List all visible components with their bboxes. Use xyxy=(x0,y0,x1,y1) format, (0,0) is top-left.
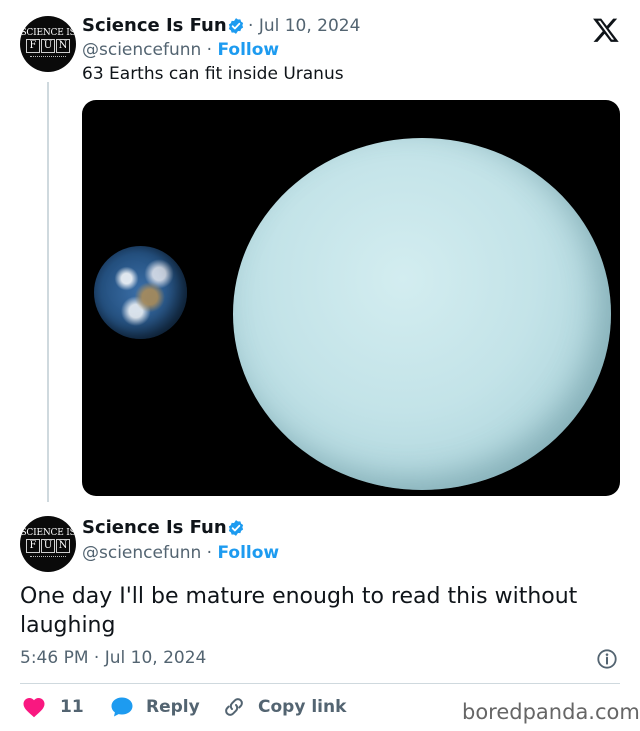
follow-button[interactable]: Follow xyxy=(218,40,280,60)
tweet-date-value: Jul 10, 2024 xyxy=(258,16,361,36)
avatar-letter: N xyxy=(56,39,70,53)
copy-link-button[interactable]: Copy link xyxy=(222,694,346,720)
verified-badge-icon xyxy=(228,18,244,34)
avatar-letters: F U N xyxy=(25,539,71,553)
avatar-text-top: SCIENCE IS xyxy=(20,528,76,538)
author-name[interactable]: Science Is Fun xyxy=(82,15,227,37)
reply-follow-button[interactable]: Follow xyxy=(218,543,280,563)
avatar-letter: N xyxy=(56,539,70,553)
boredpanda-watermark: boredpanda.com xyxy=(462,700,640,724)
reply-timestamp[interactable]: 5:46 PM · Jul 10, 2024 xyxy=(20,647,206,669)
avatar-decoration xyxy=(30,56,66,59)
copy-link-label: Copy link xyxy=(258,697,347,717)
avatar-letter: U xyxy=(41,539,55,553)
link-icon xyxy=(225,698,243,716)
uranus-planet xyxy=(233,138,611,490)
reply-bubble-icon xyxy=(111,697,133,717)
author-handle-row: @sciencefunn · Follow xyxy=(82,40,280,60)
avatar-decoration xyxy=(30,556,66,559)
thread-connector-line xyxy=(47,82,49,502)
reply-author-avatar[interactable]: SCIENCE IS F U N xyxy=(20,516,76,572)
like-button[interactable]: 11 xyxy=(22,694,84,720)
reply-author-name[interactable]: Science Is Fun xyxy=(82,517,227,539)
author-avatar[interactable]: SCIENCE IS F U N xyxy=(20,16,76,72)
x-logo-icon[interactable] xyxy=(592,16,620,44)
reply-button[interactable]: Reply xyxy=(110,694,200,720)
tweet-image[interactable] xyxy=(82,100,620,496)
tweet-text: 63 Earths can fit inside Uranus xyxy=(82,64,344,84)
reply-author-handle-row: @sciencefunn · Follow xyxy=(82,543,280,563)
like-count: 11 xyxy=(60,697,84,717)
author-handle[interactable]: @sciencefunn xyxy=(82,40,201,60)
avatar-letter: U xyxy=(41,39,55,53)
avatar-text-top: SCIENCE IS xyxy=(20,28,76,38)
earth-planet xyxy=(94,246,187,339)
tweet-date[interactable]: · Jul 10, 2024 xyxy=(248,15,360,37)
avatar-letter: F xyxy=(26,39,40,53)
avatar-letter: F xyxy=(26,539,40,553)
reply-tweet-text: One day I'll be mature enough to read th… xyxy=(20,584,578,638)
reply-label: Reply xyxy=(146,697,200,717)
heart-icon xyxy=(23,698,45,718)
divider xyxy=(20,683,620,684)
avatar-letters: F U N xyxy=(25,39,71,53)
reply-author-handle[interactable]: @sciencefunn xyxy=(82,543,201,563)
verified-badge-icon xyxy=(228,520,244,536)
info-icon[interactable] xyxy=(596,648,618,670)
